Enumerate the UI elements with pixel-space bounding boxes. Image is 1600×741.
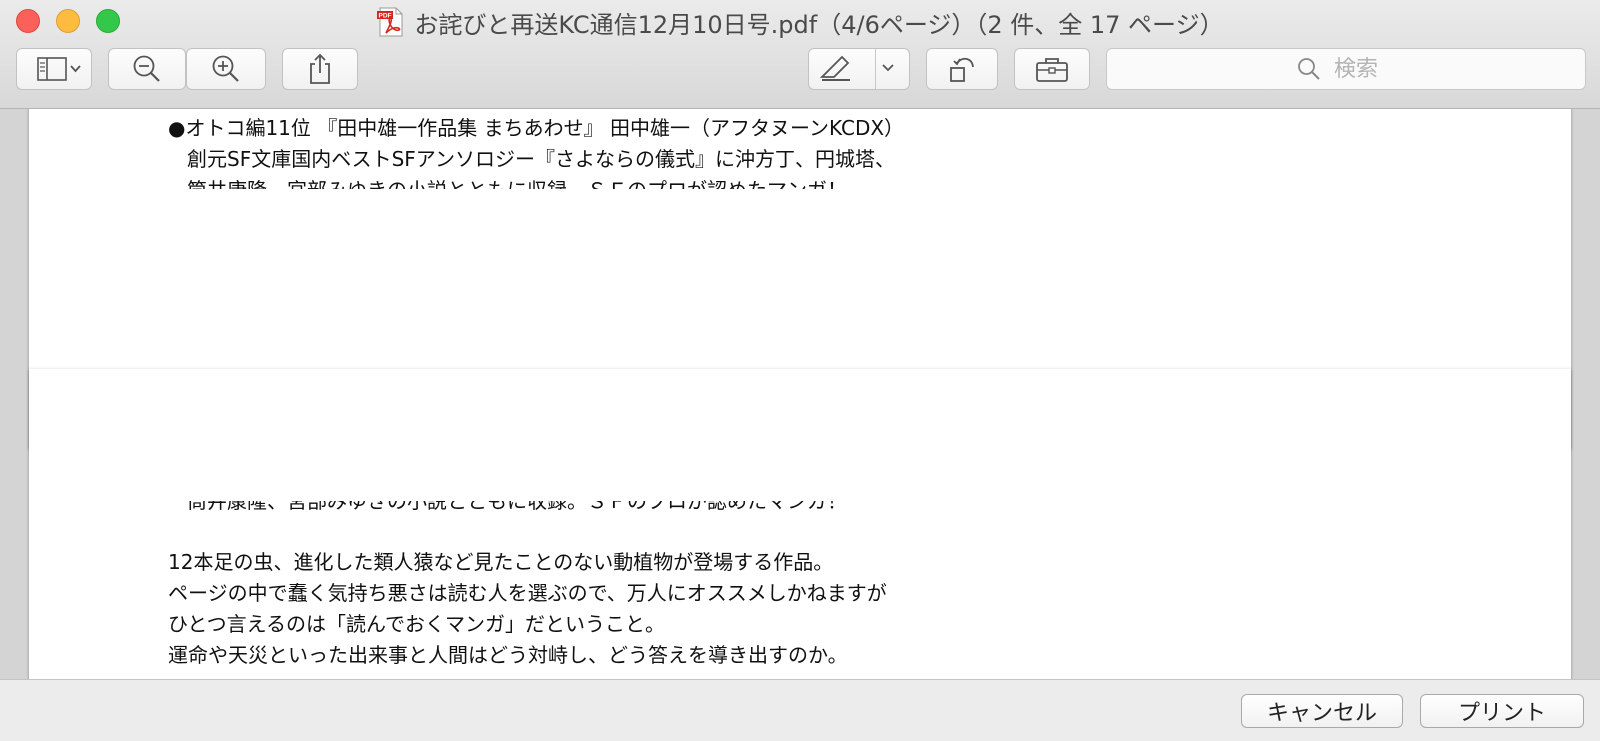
page-text-line: 筒井康隆、宮部みゆきの小説とともに収録。ＳＦのプロが認めたマンガ！ <box>187 177 847 189</box>
zoom-out-icon <box>133 55 160 82</box>
share-button[interactable] <box>282 48 358 90</box>
pdf-file-icon: PDF <box>377 7 403 37</box>
page-text-line: 創元SF文庫国内ベストSFアンソロジー『さよならの儀式』に沖方丁、円城塔、 <box>187 147 895 171</box>
search-input[interactable] <box>1332 55 1396 83</box>
page-text-line: ページの中で蠢く気持ち悪さは読む人を選ぶので、万人にオススメしかねますが <box>168 581 887 605</box>
cancel-button[interactable]: キャンセル <box>1241 694 1403 728</box>
pen-icon <box>819 55 850 81</box>
page-text-clip-top: 筒井康隆、宮部みゆきの小説とともに収録。ＳＦのプロが認めたマンガ！ <box>187 177 987 189</box>
print-dialog-footer: キャンセル プリント <box>0 679 1600 741</box>
markup-split-divider <box>875 49 876 89</box>
document-view[interactable]: ●オトコ編11位 『田中雄一作品集 まちあわせ』 田中雄一（アフタヌーンKCDX… <box>0 109 1600 679</box>
markup-button[interactable] <box>808 48 910 90</box>
window-toolbar: PDF お詫びと再送KC通信12月10日号.pdf（4/6ページ）（2 件、全 … <box>0 0 1600 109</box>
sidebar-toggle-button[interactable] <box>16 48 92 90</box>
sidebar-icon <box>37 57 81 81</box>
zoom-in-icon <box>212 55 239 82</box>
zoom-out-button[interactable] <box>108 48 186 90</box>
zoom-in-button[interactable] <box>186 48 266 90</box>
toolbox-button[interactable] <box>1014 48 1090 90</box>
window-title-bar: PDF お詫びと再送KC通信12月10日号.pdf（4/6ページ）（2 件、全 … <box>0 4 1600 40</box>
page-text-clip-bottom: 筒井康隆、宮部みゆきの小説とともに収録。ＳＦのプロが認めたマンガ！ <box>187 501 987 514</box>
chevron-down-icon[interactable] <box>874 59 904 79</box>
search-field[interactable] <box>1106 48 1586 90</box>
page-text-line: ひとつ言えるのは「読んでおくマンガ」だということ。 <box>168 612 665 636</box>
toolbox-icon <box>1036 58 1068 82</box>
pdf-page: 筒井康隆、宮部みゆきの小説とともに収録。ＳＦのプロが認めたマンガ！ 12本足の虫… <box>29 369 1571 679</box>
page-text-line: ●オトコ編11位 『田中雄一作品集 まちあわせ』 田中雄一（アフタヌーンKCDX… <box>168 116 905 140</box>
rotate-icon <box>950 57 974 82</box>
page-text-line: 筒井康隆、宮部みゆきの小説とともに収録。ＳＦのプロが認めたマンガ！ <box>187 501 847 513</box>
window-title: お詫びと再送KC通信12月10日号.pdf（4/6ページ）（2 件、全 17 ペ… <box>414 10 1224 39</box>
page-text-line: 運命や天災といった出来事と人間はどう対峙し、どう答えを導き出すのか。 <box>168 643 848 667</box>
print-button[interactable]: プリント <box>1420 694 1584 728</box>
search-icon <box>1298 58 1320 80</box>
page-text-line: 12本足の虫、進化した類人猿など見たことのない動植物が登場する作品。 <box>168 550 834 574</box>
share-icon <box>310 53 330 84</box>
rotate-button[interactable] <box>926 48 998 90</box>
